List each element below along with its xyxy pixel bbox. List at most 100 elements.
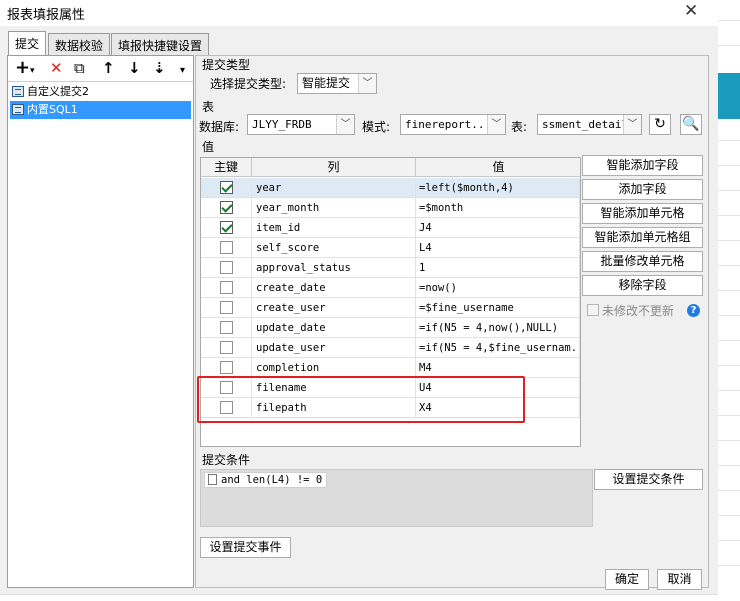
- value-cell[interactable]: L4: [416, 238, 580, 258]
- column-name-cell[interactable]: update_date: [252, 318, 416, 338]
- move-down-icon[interactable]: ↓: [128, 59, 141, 77]
- table-row[interactable]: create_date =now(): [201, 278, 580, 298]
- table-row[interactable]: create_user =$fine_username: [201, 298, 580, 318]
- schema-select[interactable]: finereport... ﹀: [400, 114, 506, 135]
- chevron-down-icon: ﹀: [358, 74, 376, 93]
- column-name-cell[interactable]: create_user: [252, 298, 416, 318]
- primary-key-cell: [201, 398, 252, 418]
- column-header-column[interactable]: 列: [252, 158, 416, 177]
- set-submit-event-button[interactable]: 设置提交事件: [200, 537, 291, 558]
- background-grid-line: [718, 340, 740, 341]
- column-name-cell[interactable]: filename: [252, 378, 416, 398]
- primary-key-checkbox[interactable]: [220, 381, 233, 394]
- table-row[interactable]: completion M4: [201, 358, 580, 378]
- primary-key-checkbox[interactable]: [220, 201, 233, 214]
- value-cell[interactable]: U4: [416, 378, 580, 398]
- add-dropdown-icon[interactable]: ▾: [30, 62, 35, 80]
- no-update-unchanged-checkbox[interactable]: [587, 304, 599, 316]
- remove-field-button[interactable]: 移除字段: [582, 275, 703, 296]
- primary-key-checkbox[interactable]: [220, 241, 233, 254]
- column-name-cell[interactable]: item_id: [252, 218, 416, 238]
- submit-type-select[interactable]: 智能提交 ﹀: [297, 73, 377, 94]
- column-name-cell[interactable]: create_date: [252, 278, 416, 298]
- smart-add-cell-group-button[interactable]: 智能添加单元格组: [582, 227, 703, 248]
- preview-icon[interactable]: 🔍: [680, 114, 702, 135]
- value-cell[interactable]: M4: [416, 358, 580, 378]
- value-cell[interactable]: =$fine_username: [416, 298, 580, 318]
- value-cell[interactable]: =$month: [416, 198, 580, 218]
- sort-icon[interactable]: ⇣: [153, 59, 166, 77]
- value-cell[interactable]: =if(N5 = 4,now(),NULL): [416, 318, 580, 338]
- table-row[interactable]: update_user =if(N5 = 4,$fine_usernam...: [201, 338, 580, 358]
- smart-add-cell-button[interactable]: 智能添加单元格: [582, 203, 703, 224]
- column-name-cell[interactable]: approval_status: [252, 258, 416, 278]
- submit-item-icon: [12, 104, 24, 115]
- smart-add-field-button[interactable]: 智能添加字段: [582, 155, 703, 176]
- background-grid-line: [718, 190, 740, 191]
- database-select[interactable]: JLYY_FRDB ﹀: [247, 114, 355, 135]
- close-icon[interactable]: ✕: [684, 1, 698, 21]
- condition-area[interactable]: and len(L4) != 0: [200, 469, 593, 527]
- add-field-button[interactable]: 添加字段: [582, 179, 703, 200]
- primary-key-checkbox[interactable]: [220, 401, 233, 414]
- toolbar-more-icon[interactable]: ▾: [180, 62, 185, 80]
- copy-icon[interactable]: ⧉: [74, 59, 85, 77]
- cancel-button[interactable]: 取消: [657, 569, 702, 590]
- background-grid-line: [718, 20, 740, 21]
- value-cell[interactable]: =now(): [416, 278, 580, 298]
- tab-data-validation[interactable]: 数据校验: [48, 33, 111, 55]
- primary-key-checkbox[interactable]: [220, 181, 233, 194]
- batch-modify-cells-button[interactable]: 批量修改单元格: [582, 251, 703, 272]
- column-name-cell[interactable]: completion: [252, 358, 416, 378]
- primary-key-checkbox[interactable]: [220, 301, 233, 314]
- table-label: 表:: [511, 120, 528, 134]
- ok-button[interactable]: 确定: [605, 569, 649, 590]
- table-select[interactable]: ssment_detail ﹀: [537, 114, 642, 135]
- table-row[interactable]: approval_status 1: [201, 258, 580, 278]
- primary-key-checkbox[interactable]: [220, 281, 233, 294]
- document-icon: [208, 474, 217, 485]
- column-header-value[interactable]: 值: [416, 158, 580, 177]
- table-row[interactable]: update_date =if(N5 = 4,now(),NULL): [201, 318, 580, 338]
- primary-key-checkbox[interactable]: [220, 361, 233, 374]
- table-row[interactable]: self_score L4: [201, 238, 580, 258]
- value-cell[interactable]: X4: [416, 398, 580, 418]
- value-cell[interactable]: =left($month,4): [416, 178, 580, 198]
- table-row[interactable]: year =left($month,4): [201, 178, 580, 198]
- background-spreadsheet: [718, 0, 740, 601]
- value-cell[interactable]: =if(N5 = 4,$fine_usernam...: [416, 338, 580, 358]
- column-name-cell[interactable]: self_score: [252, 238, 416, 258]
- primary-key-checkbox[interactable]: [220, 341, 233, 354]
- refresh-icon[interactable]: ↻: [649, 114, 671, 135]
- condition-expression[interactable]: and len(L4) != 0: [204, 472, 328, 488]
- background-grid-line: [718, 215, 740, 216]
- column-name-cell[interactable]: year_month: [252, 198, 416, 218]
- tree-item-builtin-sql[interactable]: 内置SQL1: [10, 101, 191, 119]
- move-up-icon[interactable]: ↑: [102, 59, 115, 77]
- tab-shortcut-settings[interactable]: 填报快捷键设置: [111, 33, 210, 55]
- table-row[interactable]: filepath X4: [201, 398, 580, 418]
- column-header-key[interactable]: 主键: [201, 158, 252, 177]
- chevron-down-icon: ﹀: [336, 115, 354, 134]
- value-cell[interactable]: 1: [416, 258, 580, 278]
- primary-key-checkbox[interactable]: [220, 321, 233, 334]
- background-spreadsheet-bottom: [0, 594, 718, 601]
- tab-submit[interactable]: 提交: [8, 31, 47, 55]
- delete-icon[interactable]: ✕: [50, 59, 63, 77]
- primary-key-cell: [201, 278, 252, 298]
- column-name-cell[interactable]: update_user: [252, 338, 416, 358]
- primary-key-checkbox[interactable]: [220, 261, 233, 274]
- set-submit-condition-button[interactable]: 设置提交条件: [594, 469, 703, 490]
- primary-key-checkbox[interactable]: [220, 221, 233, 234]
- table-row[interactable]: item_id J4: [201, 218, 580, 238]
- add-icon[interactable]: +: [15, 59, 30, 77]
- primary-key-cell: [201, 238, 252, 258]
- value-cell[interactable]: J4: [416, 218, 580, 238]
- column-name-cell[interactable]: filepath: [252, 398, 416, 418]
- help-icon[interactable]: ?: [687, 304, 700, 317]
- primary-key-cell: [201, 218, 252, 238]
- table-row[interactable]: year_month =$month: [201, 198, 580, 218]
- column-name-cell[interactable]: year: [252, 178, 416, 198]
- table-row[interactable]: filename U4: [201, 378, 580, 398]
- tree-item-custom-submit[interactable]: 自定义提交2: [10, 83, 191, 101]
